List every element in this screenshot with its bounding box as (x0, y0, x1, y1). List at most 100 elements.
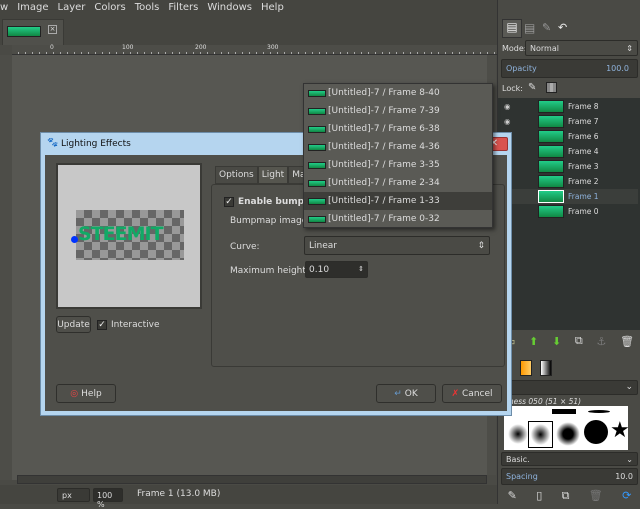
spacing-slider[interactable]: Spacing 10.0 (501, 468, 638, 485)
update-button[interactable]: Update (56, 316, 91, 333)
gradient-bw-tab-icon[interactable] (540, 360, 552, 376)
image-tab[interactable]: × (2, 19, 64, 45)
menu-windows[interactable]: Windows (207, 2, 252, 17)
brush-item[interactable] (556, 422, 580, 446)
zoom-input[interactable]: 100 % (93, 488, 123, 509)
layer-thumbnail (538, 190, 564, 203)
ok-button[interactable]: ↵ OK (376, 384, 436, 403)
brush-preset-select[interactable]: Basic. ⌄ (501, 452, 638, 466)
brush-filter-select[interactable]: ⌄ (501, 380, 638, 395)
layer-thumbnail (308, 179, 326, 187)
bumpmap-option[interactable]: [Untitled]-7 / Frame 6-38 (304, 120, 492, 138)
lock-alpha-icon[interactable] (546, 82, 557, 93)
duplicate-layer-icon[interactable]: ⧉ (575, 334, 583, 348)
layer-list: ◉ Frame 8 ◉ Frame 7 Frame 6 Frame 4 Frame 3 Fra… (498, 98, 640, 330)
channels-tab-icon[interactable]: ▤ (524, 21, 540, 37)
delete-layer-icon[interactable]: 🗑 (620, 335, 634, 348)
brush-item[interactable] (508, 424, 528, 444)
menu-layer[interactable]: Layer (58, 2, 86, 17)
opacity-slider[interactable]: Opacity 100.0 (501, 59, 638, 78)
undo-tab-icon[interactable]: ↶ (558, 21, 574, 37)
bumpmap-option[interactable]: [Untitled]-7 / Frame 8-40 (304, 84, 492, 102)
layers-panel: ▤ ▤ ✎ ↶ Mode: Normal ⇕ Opacity 100.0 Lock:… (497, 0, 640, 504)
option-label: [Untitled]-7 / Frame 7-39 (328, 106, 440, 116)
layer-row[interactable]: Frame 4 (498, 144, 638, 159)
raise-layer-icon[interactable]: ⬆ (529, 335, 538, 348)
layer-thumbnail (538, 115, 564, 128)
layer-thumbnail (308, 107, 326, 115)
layer-row[interactable]: ◉ Frame 7 (498, 114, 638, 129)
menu-view[interactable]: w (0, 2, 8, 17)
layer-thumbnail (308, 215, 326, 223)
layers-tab-icon[interactable]: ▤ (502, 19, 522, 38)
light-position-handle[interactable] (71, 236, 78, 243)
layer-row[interactable]: Frame 2 (498, 174, 638, 189)
visibility-eye-icon[interactable]: ◉ (498, 117, 538, 126)
close-tab-icon[interactable]: × (48, 25, 57, 34)
tab-light[interactable]: Light (257, 166, 289, 184)
interactive-label: Interactive (111, 320, 160, 330)
max-height-value: 0.10 (309, 265, 330, 275)
help-button[interactable]: ◎ Help (56, 384, 116, 403)
bumpmap-option[interactable]: [Untitled]-7 / Frame 2-34 (304, 174, 492, 192)
max-height-spinner[interactable]: 0.10 ⇕ (305, 261, 368, 278)
preview-area[interactable]: STEEMIT (56, 163, 202, 309)
curve-select[interactable]: Linear ⇕ (304, 236, 490, 255)
tab-options[interactable]: Options (215, 166, 258, 184)
vertical-ruler (0, 55, 12, 480)
brush-item-selected[interactable] (528, 421, 553, 448)
layer-row[interactable]: Frame 0 (498, 204, 638, 219)
lock-pixels-icon[interactable]: ✎ (528, 82, 536, 93)
menu-image[interactable]: Image (17, 2, 48, 17)
menu-colors[interactable]: Colors (94, 2, 125, 17)
bumpmap-option[interactable]: [Untitled]-7 / Frame 0-32 (304, 210, 492, 228)
anchor-icon[interactable]: ⚓ (597, 335, 607, 348)
ok-label: OK (404, 388, 418, 399)
layer-thumbnail (308, 161, 326, 169)
layer-thumbnail (538, 130, 564, 143)
layer-thumbnail (538, 175, 564, 188)
bumpmap-option[interactable]: [Untitled]-7 / Frame 7-39 (304, 102, 492, 120)
layer-row[interactable]: ◉ Frame 8 (498, 99, 638, 114)
status-bar: px 100 % Frame 1 (13.0 MB) (0, 485, 497, 509)
bumpmap-option[interactable]: [Untitled]-7 / Frame 3-35 (304, 156, 492, 174)
ok-arrow-icon: ↵ (394, 388, 402, 399)
star-brush-icon[interactable]: ★ (610, 418, 630, 443)
brush-item[interactable] (552, 409, 576, 414)
interactive-checkbox[interactable]: ✓ (97, 320, 107, 330)
ruler-mark: 200 (195, 44, 207, 51)
unit-select[interactable]: px (57, 488, 90, 502)
brush-grid[interactable]: ★ (504, 406, 630, 450)
duplicate-brush-icon[interactable]: ⧉ (562, 489, 570, 504)
visibility-eye-icon[interactable]: ◉ (498, 102, 538, 111)
layer-thumbnail (308, 89, 326, 97)
cancel-button[interactable]: ✗ Cancel (442, 384, 502, 403)
horizontal-scrollbar[interactable] (17, 475, 487, 484)
refresh-icon[interactable]: ⟳ (622, 489, 631, 504)
bumpmap-option[interactable]: [Untitled]-7 / Frame 1-33 (304, 192, 492, 210)
layer-row[interactable]: Frame 6 (498, 129, 638, 144)
mode-select[interactable]: Normal ⇕ (525, 40, 638, 56)
edit-brush-icon[interactable]: ✎ (508, 489, 517, 504)
spacing-value: 10.0 (615, 472, 633, 481)
new-brush-icon[interactable]: ▯ (536, 489, 542, 504)
delete-brush-icon[interactable]: 🗑 (589, 489, 603, 504)
enable-bump-checkbox[interactable]: ✓ (224, 197, 234, 207)
horizontal-ruler: 0 100 200 300 (12, 44, 497, 55)
layer-row[interactable]: Frame 3 (498, 159, 638, 174)
spacing-label: Spacing (506, 472, 538, 481)
option-label: [Untitled]-7 / Frame 6-38 (328, 124, 440, 134)
bumpmap-option[interactable]: [Untitled]-7 / Frame 4-36 (304, 138, 492, 156)
paths-tab-icon[interactable]: ✎ (542, 21, 558, 37)
mode-value: Normal (530, 44, 559, 53)
brush-item[interactable] (584, 420, 608, 444)
layer-row[interactable]: Frame 1 (498, 189, 638, 204)
menu-help[interactable]: Help (261, 2, 284, 17)
brush-item[interactable] (588, 410, 610, 413)
layer-thumbnail (308, 197, 326, 205)
menu-tools[interactable]: Tools (135, 2, 160, 17)
gradient-tab-icon[interactable] (520, 360, 532, 376)
layer-thumbnail (308, 125, 326, 133)
lower-layer-icon[interactable]: ⬇ (552, 335, 561, 348)
menu-filters[interactable]: Filters (168, 2, 198, 17)
